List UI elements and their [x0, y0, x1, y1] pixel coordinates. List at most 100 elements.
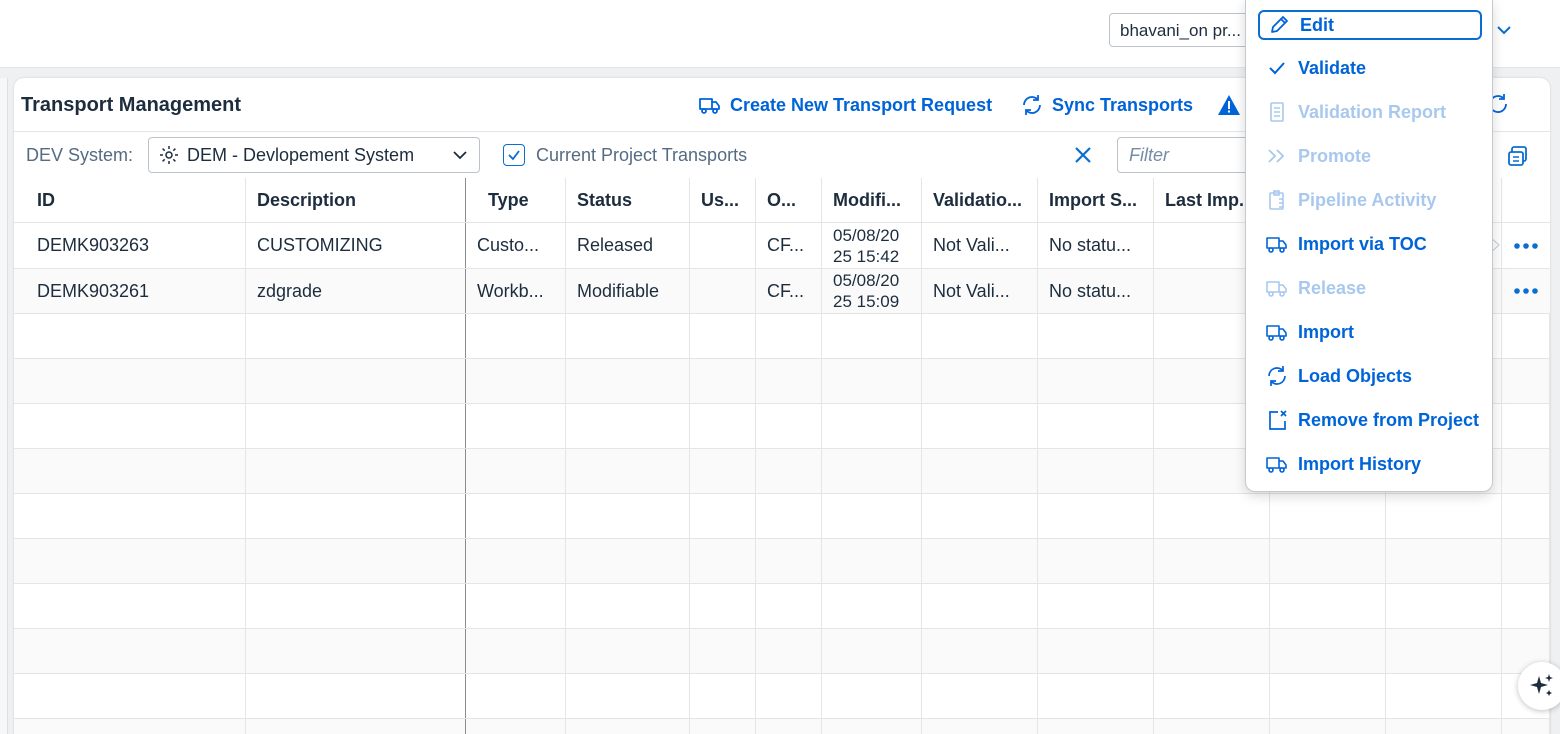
chevron-down-icon [453, 151, 467, 160]
menu-item-pipeline-activity[interactable]: Pipeline Activity [1258, 184, 1482, 216]
empty-cell [822, 404, 922, 448]
sync-transports-button[interactable]: Sync Transports [1020, 92, 1193, 118]
remove-icon [1269, 410, 1287, 430]
empty-cell [246, 359, 466, 403]
current-project-checkbox[interactable] [503, 144, 525, 166]
empty-cell [246, 674, 466, 718]
empty-cell [1038, 494, 1154, 538]
empty-cell [1386, 629, 1502, 673]
more-actions-icon[interactable] [1512, 287, 1540, 295]
empty-cell [1038, 719, 1154, 734]
warning-icon[interactable] [1217, 94, 1241, 116]
menu-item-import-via-toc[interactable]: Import via TOC [1258, 228, 1482, 260]
empty-cell [566, 314, 690, 358]
column-header-validation[interactable]: Validatio... [922, 178, 1038, 222]
menu-item-promote[interactable]: Promote [1258, 140, 1482, 172]
empty-cell [466, 449, 566, 493]
pencil-icon [1271, 16, 1288, 33]
more-actions-icon[interactable] [1512, 242, 1540, 250]
empty-cell [14, 674, 246, 718]
clipboard-icon [1269, 190, 1284, 210]
empty-cell [1038, 449, 1154, 493]
empty-cell [1038, 404, 1154, 448]
empty-cell [690, 449, 756, 493]
menu-item-load-objects[interactable]: Load Objects [1258, 360, 1482, 392]
menu-item-import[interactable]: Import [1258, 316, 1482, 348]
empty-cell [756, 494, 822, 538]
close-icon[interactable] [1072, 144, 1094, 166]
menu-item-label: Import History [1298, 453, 1422, 474]
column-header-actions [1502, 178, 1550, 222]
cell-owner: CF... [756, 223, 822, 268]
empty-cell [690, 404, 756, 448]
empty-cell [566, 584, 690, 628]
truck-icon [699, 98, 720, 114]
dev-system-value: DEM - Devlopement System [187, 144, 415, 165]
empty-cell [1154, 494, 1270, 538]
column-header-user[interactable]: Us... [690, 178, 756, 222]
empty-cell [922, 674, 1038, 718]
empty-cell [1270, 629, 1386, 673]
column-header-modified[interactable]: Modifi... [822, 178, 922, 222]
empty-cell [756, 584, 822, 628]
empty-cell [1502, 449, 1550, 493]
empty-cell [1386, 584, 1502, 628]
column-header-import-status[interactable]: Import S... [1038, 178, 1154, 222]
empty-cell [14, 404, 246, 448]
menu-item-label: Validate [1298, 57, 1367, 78]
empty-cell [1038, 539, 1154, 583]
empty-cell [690, 719, 756, 734]
empty-cell [690, 359, 756, 403]
sync-transports-label: Sync Transports [1052, 94, 1194, 115]
chevron-down-icon[interactable] [1494, 20, 1514, 40]
double-chevron-right-icon [1268, 149, 1285, 163]
empty-cell [756, 719, 822, 734]
empty-cell [246, 629, 466, 673]
empty-cell [922, 629, 1038, 673]
menu-item-release[interactable]: Release [1258, 272, 1482, 304]
menu-item-label: Import [1298, 321, 1354, 342]
dev-system-label: DEV System: [26, 145, 134, 165]
empty-cell [14, 494, 246, 538]
empty-cell [922, 494, 1038, 538]
column-header-owner[interactable]: O... [756, 178, 822, 222]
cell-id: DEMK903263 [14, 223, 246, 268]
empty-cell [1502, 404, 1550, 448]
empty-cell [246, 719, 466, 734]
empty-cell [566, 404, 690, 448]
cell-description: CUSTOMIZING [246, 223, 466, 268]
dev-system-select[interactable]: DEM - Devlopement System [148, 137, 480, 173]
empty-cell [922, 449, 1038, 493]
copy-icon[interactable] [1506, 144, 1530, 168]
ai-assistant-button[interactable] [1518, 662, 1560, 710]
column-header-status[interactable]: Status [566, 178, 690, 222]
cell-user [690, 269, 756, 313]
column-header-id[interactable]: ID [14, 178, 246, 222]
empty-cell [566, 494, 690, 538]
empty-cell [14, 449, 246, 493]
empty-cell [246, 494, 466, 538]
empty-cell [1502, 539, 1550, 583]
menu-item-validate[interactable]: Validate [1258, 52, 1482, 84]
checkmark-icon [1269, 62, 1285, 75]
empty-cell [246, 584, 466, 628]
gear-icon [160, 146, 178, 164]
create-transport-request-button[interactable]: Create New Transport Request [698, 92, 992, 118]
empty-cell [756, 404, 822, 448]
empty-cell [1386, 719, 1502, 734]
empty-cell [466, 629, 566, 673]
menu-item-label: Pipeline Activity [1298, 189, 1437, 210]
column-header-type[interactable]: Type [466, 178, 566, 222]
empty-cell [14, 719, 246, 734]
menu-item-edit[interactable]: Edit [1258, 10, 1482, 40]
menu-item-import-history[interactable]: Import History [1258, 448, 1482, 480]
empty-cell [566, 539, 690, 583]
empty-cell [822, 494, 922, 538]
column-header-description[interactable]: Description [246, 178, 466, 222]
empty-cell [1038, 359, 1154, 403]
empty-cell [1502, 359, 1550, 403]
empty-cell [14, 314, 246, 358]
menu-item-remove-from-project[interactable]: Remove from Project [1258, 404, 1482, 436]
menu-item-validation-report[interactable]: Validation Report [1258, 96, 1482, 128]
empty-cell [690, 629, 756, 673]
